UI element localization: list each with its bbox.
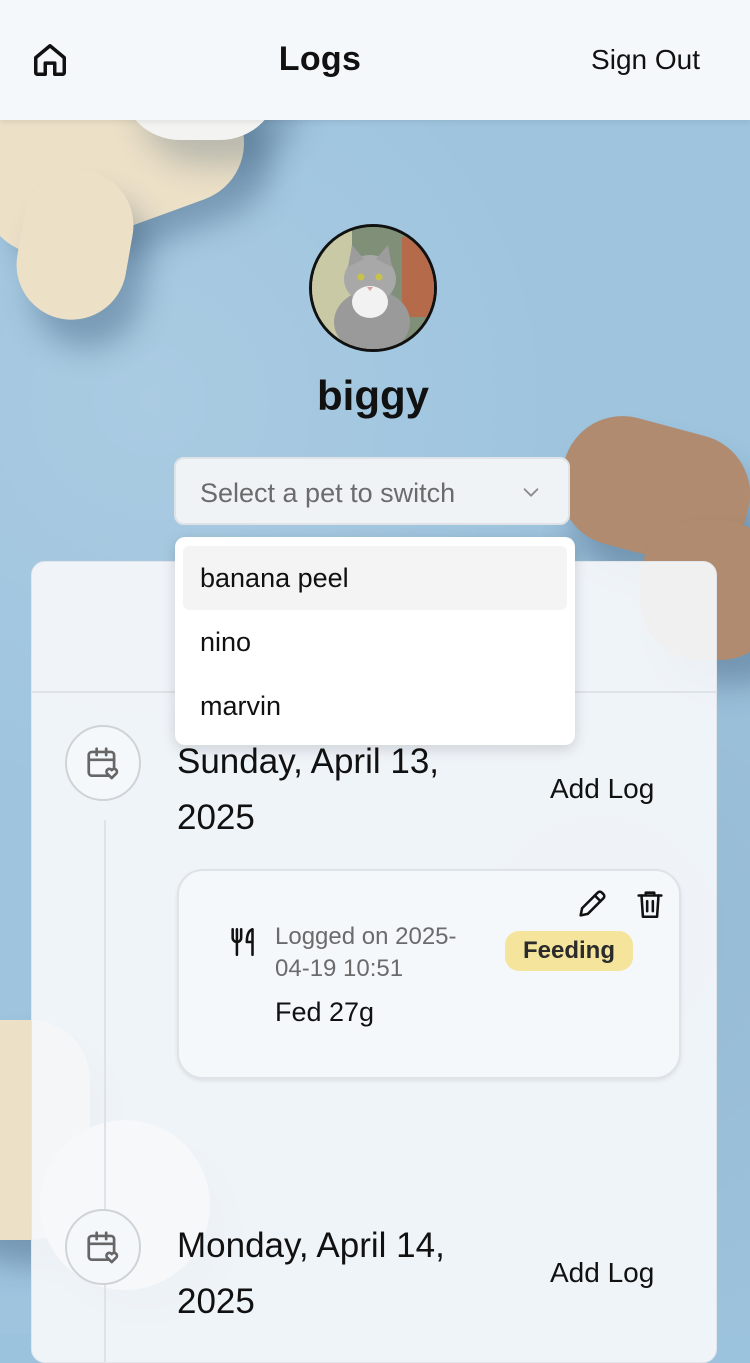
fork-knife-icon — [231, 927, 254, 957]
pet-switch-dropdown: banana peel nino marvin — [175, 537, 575, 745]
calendar-heart-icon — [65, 1209, 141, 1285]
page-title: Logs — [278, 40, 362, 78]
log-type-badge: Feeding — [505, 931, 634, 971]
day-title: Monday, April 14, 2025 — [177, 1226, 445, 1321]
pet-name: biggy — [317, 372, 429, 419]
add-log-button[interactable]: Add Log — [550, 1257, 654, 1289]
calendar-heart-icon — [65, 725, 141, 801]
pet-avatar[interactable] — [309, 224, 437, 352]
log-description: Fed 27g — [275, 997, 375, 1027]
top-nav-bar: Logs Sign Out — [0, 0, 750, 120]
log-timestamp: Logged on 2025-04-19 10:51 — [275, 923, 457, 982]
pencil-icon[interactable] — [575, 887, 609, 921]
dropdown-option[interactable]: nino — [183, 610, 567, 674]
dropdown-option[interactable]: banana peel — [183, 546, 567, 610]
sign-out-button[interactable]: Sign Out — [591, 44, 700, 76]
select-placeholder: Select a pet to switch — [200, 478, 456, 508]
chevron-down-icon — [523, 488, 539, 497]
dropdown-option[interactable]: marvin — [183, 674, 567, 738]
log-entry-card[interactable]: Logged on 2025-04-19 10:51 Feeding Fed 2… — [177, 869, 681, 1079]
add-log-button[interactable]: Add Log — [550, 773, 654, 805]
pet-switch-select[interactable]: Select a pet to switch — [174, 457, 570, 525]
trash-icon[interactable] — [633, 887, 667, 921]
day-title: Sunday, April 13, 2025 — [177, 742, 440, 837]
